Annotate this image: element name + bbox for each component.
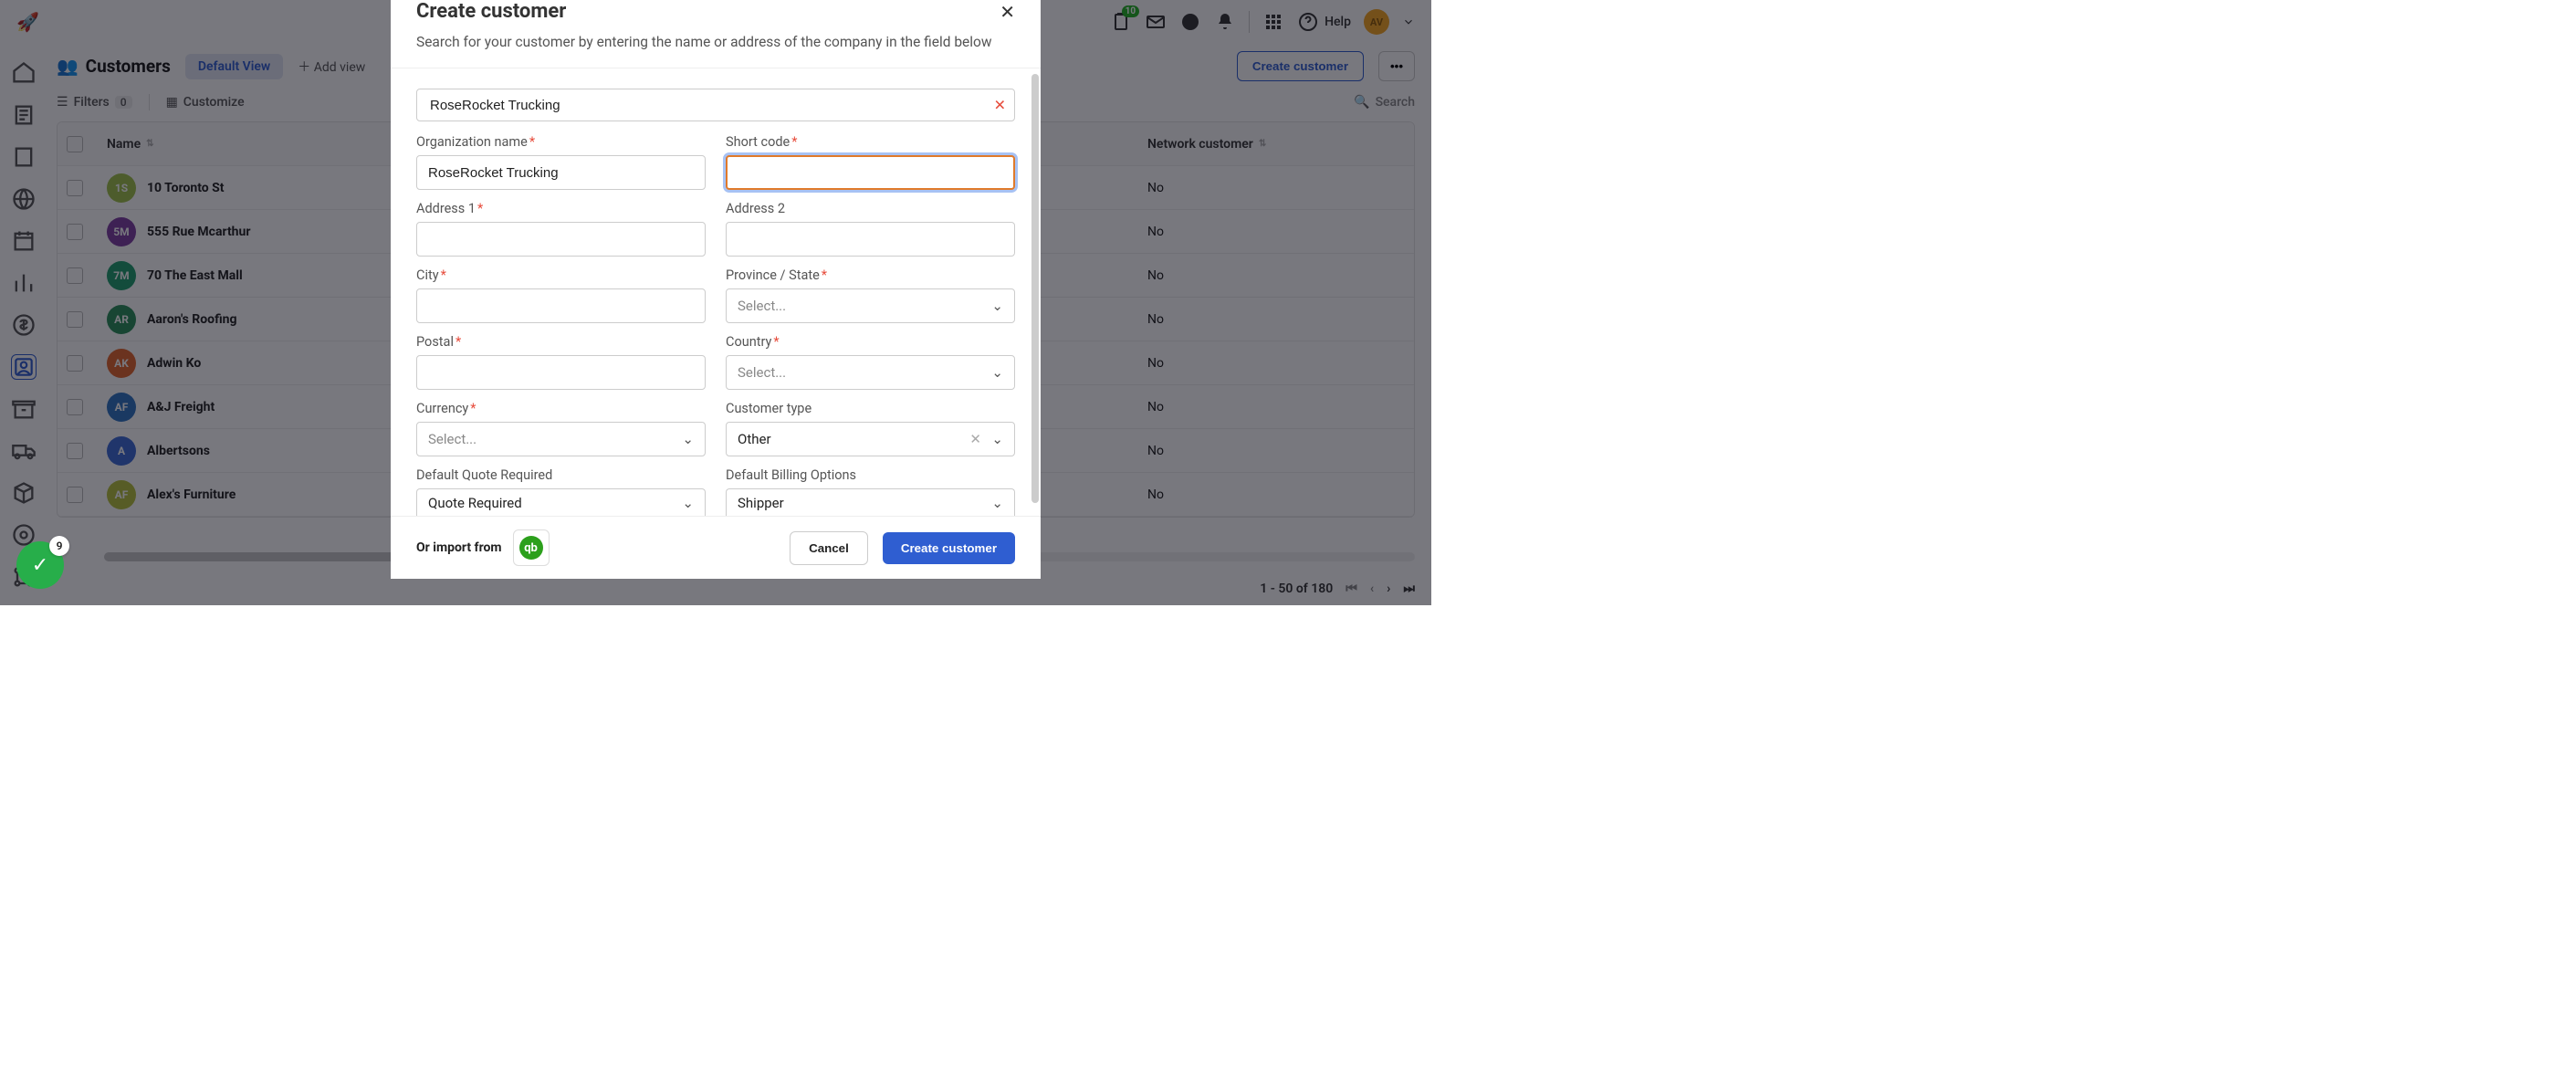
dbo-label: Default Billing Options: [726, 467, 1015, 483]
default-billing-select[interactable]: Shipper⌄: [726, 488, 1015, 516]
organization-name-input[interactable]: [416, 155, 706, 190]
chevron-down-icon: ⌄: [991, 298, 1003, 314]
modal-body: ✕ Organization name* Short code* Address…: [391, 68, 1041, 516]
modal-scrollbar[interactable]: [1031, 74, 1039, 503]
success-fab[interactable]: ✓ 9: [16, 541, 64, 589]
customer-type-select[interactable]: Other✕⌄: [726, 422, 1015, 456]
currency-select[interactable]: Select...⌄: [416, 422, 706, 456]
customer-search-field: ✕: [416, 89, 1015, 121]
dqr-label: Default Quote Required: [416, 467, 706, 483]
postal-input[interactable]: [416, 355, 706, 390]
create-customer-submit-button[interactable]: Create customer: [883, 532, 1015, 564]
modal-subtitle: Search for your customer by entering the…: [416, 32, 1015, 53]
address2-input[interactable]: [726, 222, 1015, 257]
addr1-label: Address 1*: [416, 201, 706, 216]
chevron-down-icon: ⌄: [991, 364, 1003, 381]
org-label: Organization name*: [416, 134, 706, 150]
short-code-input[interactable]: [726, 155, 1015, 190]
currency-label: Currency*: [416, 401, 706, 416]
quickbooks-import-button[interactable]: qb: [513, 529, 550, 566]
postal-label: Postal*: [416, 334, 706, 350]
address1-input[interactable]: [416, 222, 706, 257]
clear-icon[interactable]: ✕: [969, 431, 981, 447]
country-label: Country*: [726, 334, 1015, 350]
chevron-down-icon: ⌄: [682, 495, 694, 511]
fab-badge: 9: [49, 536, 69, 556]
city-input[interactable]: [416, 288, 706, 323]
ctype-label: Customer type: [726, 401, 1015, 416]
customer-search-input[interactable]: [416, 89, 1015, 121]
create-customer-modal: Create customer ✕ Search for your custom…: [391, 0, 1041, 579]
default-quote-select[interactable]: Quote Required⌄: [416, 488, 706, 516]
country-select[interactable]: Select...⌄: [726, 355, 1015, 390]
chevron-down-icon: ⌄: [991, 495, 1003, 511]
chevron-down-icon: ⌄: [682, 431, 694, 447]
clear-search-icon[interactable]: ✕: [994, 97, 1006, 114]
chevron-down-icon: ⌄: [991, 431, 1003, 447]
modal-footer: Or import from qb Cancel Create customer: [391, 516, 1041, 579]
import-label: Or import from: [416, 540, 502, 555]
modal-header: Create customer ✕ Search for your custom…: [391, 0, 1041, 68]
city-label: City*: [416, 267, 706, 283]
quickbooks-icon: qb: [519, 536, 543, 560]
cancel-button[interactable]: Cancel: [790, 531, 868, 565]
modal-title: Create customer: [416, 0, 566, 23]
close-icon[interactable]: ✕: [1000, 1, 1015, 23]
short-label: Short code*: [726, 134, 1015, 150]
addr2-label: Address 2: [726, 201, 1015, 216]
province-label: Province / State*: [726, 267, 1015, 283]
province-select[interactable]: Select...⌄: [726, 288, 1015, 323]
